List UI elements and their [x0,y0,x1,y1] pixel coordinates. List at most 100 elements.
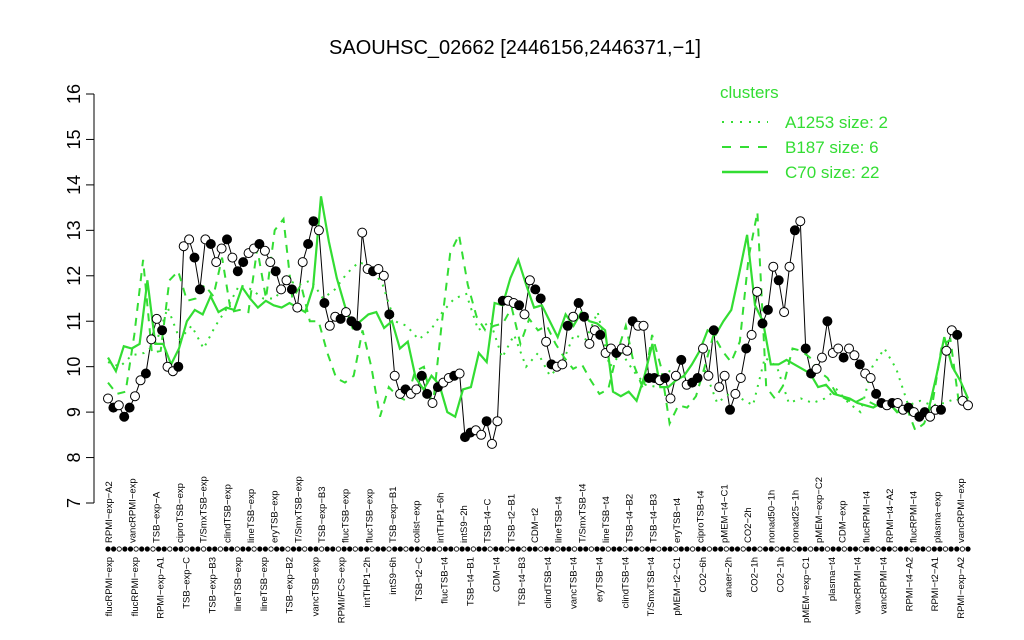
x-tick-label: RPMI−t2−A1 [930,557,941,611]
y-tick-label: 15 [64,129,84,149]
data-point [795,216,806,227]
x-tick-label: pMEM−exp−C2 [814,477,825,543]
legend-label-b187: B187 size: 6 [785,138,879,157]
label-dot [965,546,971,552]
x-tick-label: TSB−t2−C [414,557,425,601]
label-dot [701,546,707,552]
data-point [789,225,800,236]
data-point [103,393,113,404]
label-dot [555,546,561,552]
data-point [584,338,595,349]
x-tick-label: TSB−exp−B2 [285,557,296,614]
label-dot [144,546,150,552]
data-point [730,388,741,399]
data-point [389,370,400,381]
x-tick-label: vancTSB−exp [311,557,322,616]
data-point [216,243,227,254]
label-dot [909,546,915,552]
data-point [865,373,876,383]
data-point [725,404,735,415]
label-dot [201,546,207,552]
x-tick-label: pMEM−t2−C1 [672,557,683,616]
x-tick-label: pMEM−t4−C1 [719,484,730,543]
label-dot [841,546,847,552]
data-point [573,298,584,308]
label-dot [498,546,505,552]
x-tick-label: clindTSB−exp [222,484,233,543]
label-dot [656,546,662,552]
legend-label-c70: C70 size: 22 [785,163,880,182]
data-point [205,239,216,249]
label-dot [830,546,836,552]
label-dot [886,546,892,552]
data-point [113,400,124,411]
data-point [308,216,319,227]
x-tick-label: flucTSB−t4 [440,557,451,604]
label-dot [240,546,246,552]
label-dot [302,546,308,552]
y-tick-label: 13 [64,220,84,240]
y-tick-label: 16 [64,84,84,104]
label-dot [111,546,117,552]
data-point [173,361,184,372]
data-point [270,266,281,277]
label-dot [785,546,791,552]
data-point [719,370,730,381]
label-dot [751,546,758,552]
label-dot [718,546,724,552]
label-dot [369,546,375,552]
data-point [854,359,865,370]
x-tick-label: CDM−t2 [530,508,541,543]
label-dot [156,546,162,552]
label-dot [644,546,651,552]
x-tick-label: lineTSB−t4 [601,496,612,543]
legend-title: clusters [720,83,779,102]
x-tick-label: intS9−2h [459,505,470,543]
x-tick-label: clindTSB−t4 [543,557,554,609]
x-tick-label: ciproTSB−exp [175,483,186,543]
label-dot [847,546,853,552]
label-dot [307,546,313,552]
label-dot [729,546,735,552]
data-point [741,343,752,354]
chart: SAOUHSC_02662 [2446156,2446371,−1] 7 8 9 10… [64,37,973,623]
label-dot [757,546,763,552]
data-point [341,307,351,318]
label-dot [127,546,134,552]
x-tick-label: TSB−t4−B1 [466,557,477,606]
label-dot [262,546,268,552]
x-tick-label: eryTSB−t4 [672,498,683,543]
data-point [189,252,200,263]
data-point [822,316,833,327]
label-dot [330,546,336,552]
x-tick-label: nonad50−1h [767,490,778,543]
data-point [638,320,649,331]
label-dot [628,546,634,552]
label-dot [493,546,499,552]
x-tick-label: intTHP1−2h [362,557,373,607]
data-point [378,270,389,281]
x-tick-label: CDM−exp [838,501,849,544]
label-dot [347,546,353,552]
data-point [562,320,573,331]
label-dot [150,546,156,552]
data-point [757,318,768,329]
label-dot [639,546,645,552]
data-point [936,404,946,415]
x-tick-label: plasma−exp [932,492,943,544]
legend-label-a1253: A1253 size: 2 [785,113,888,132]
x-tick-label: RPMI−t4−A2 [885,489,896,543]
y-tick-label: 7 [64,498,84,508]
label-dot [487,546,493,552]
label-dot [189,546,195,552]
data-point [752,286,763,297]
label-dot [408,546,415,552]
data-point [422,388,433,399]
label-dot [678,546,684,552]
label-dot [212,546,218,552]
label-dot [397,546,403,552]
x-tick-label: eryTSB−exp [270,490,281,543]
x-tick-label: vancRPMI−exp [956,478,967,543]
data-point [871,388,882,399]
data-point [676,354,687,365]
